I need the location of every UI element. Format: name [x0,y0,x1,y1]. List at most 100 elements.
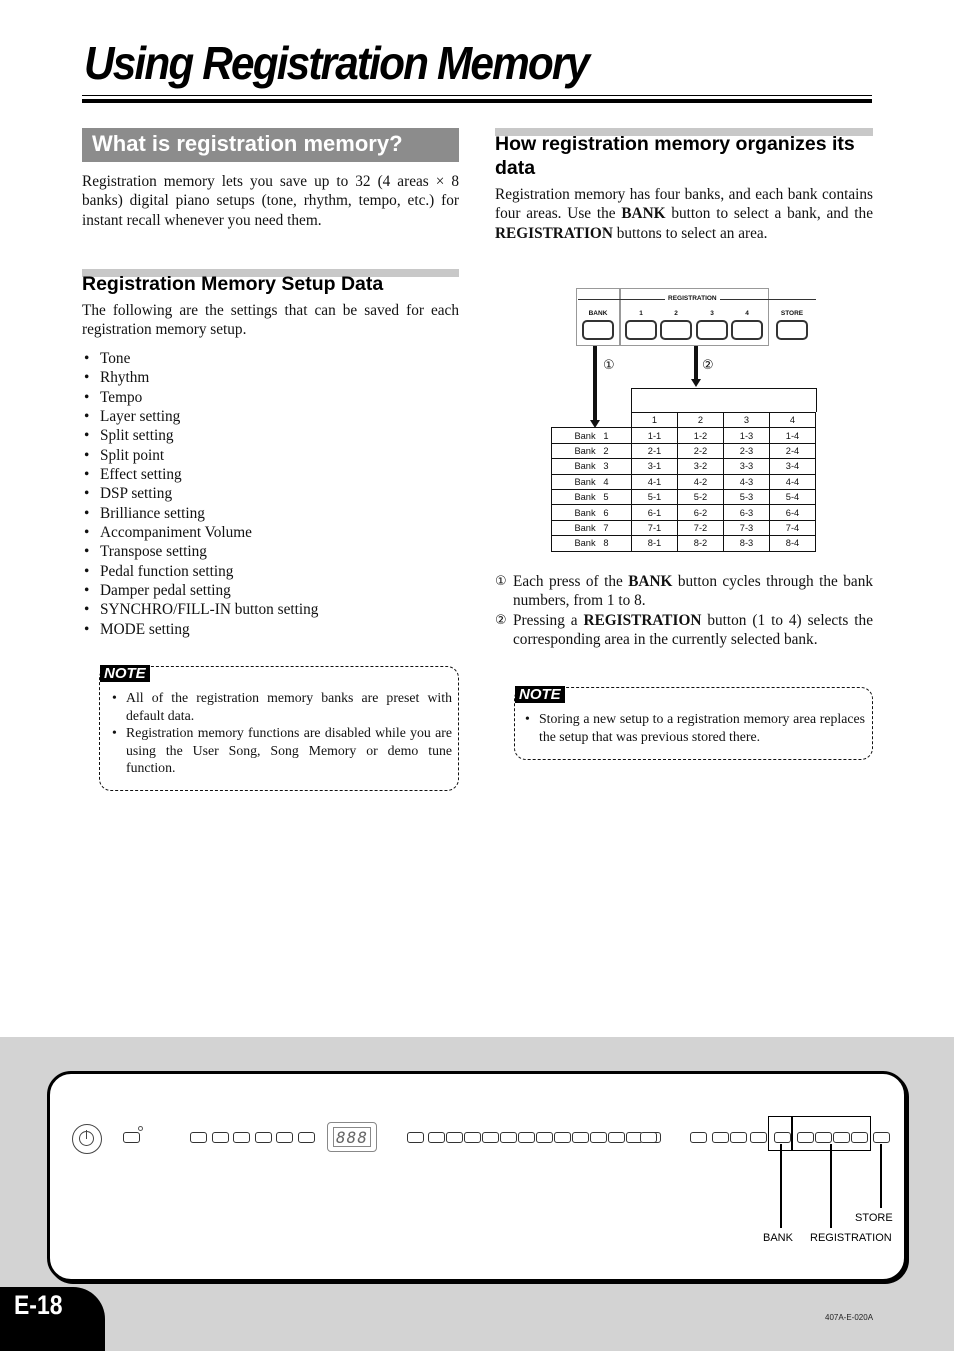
note-box-left: NOTE All of the registration memory bank… [99,665,459,791]
store-button[interactable] [776,320,808,340]
registration-button-4[interactable] [731,320,763,340]
registration-button-2[interactable] [660,320,692,340]
panel-button[interactable] [255,1132,272,1143]
marker-1: ① [603,358,615,373]
table-row: Bank 6 6-1 6-2 6-3 6-4 [551,504,816,521]
area-cell: 5-1 [631,488,678,506]
right-intro: Registration memory has four banks, and … [495,185,873,243]
bank-button[interactable] [582,320,614,340]
area-cell: 7-2 [677,519,724,537]
panel-button[interactable] [233,1132,250,1143]
volume-knob-icon [72,1124,102,1154]
arrow-registration [694,346,698,381]
area-cell: 8-2 [677,535,724,552]
table-corner [552,413,632,428]
text: Each press of the [513,573,629,590]
tone-button[interactable] [482,1132,499,1143]
reg-label-2: 2 [674,310,678,317]
section1-text: Registration memory lets you save up to … [82,173,459,229]
area-cell: 8-4 [769,535,816,552]
panel-button[interactable] [190,1132,207,1143]
tone-button[interactable] [518,1132,535,1143]
area-cell: 4-3 [723,473,770,490]
text: Pressing a [513,611,584,629]
area-cell: 4-4 [769,473,816,490]
tone-button[interactable] [572,1132,589,1143]
section-heading-what-is: What is registration memory? [82,128,459,162]
settings-list-item: Tempo [84,388,318,408]
reg-label-1: 1 [639,310,643,317]
bank-label-cell: Bank 4 [551,473,632,490]
bank-label-cell: Bank 2 [551,442,632,460]
settings-list-item: Split point [84,446,318,466]
registration-label: REGISTRATION [665,295,720,302]
registration-button-3[interactable] [833,1132,850,1143]
store-button[interactable] [873,1132,890,1143]
table-row: Bank 1 1-1 1-2 1-3 1-4 [551,427,816,444]
area-cell: 1-1 [631,427,678,444]
arrow-head-icon [691,379,701,387]
section2-intro: The following are the settings that can … [82,302,459,339]
bank-label-cell: Bank 7 [551,519,632,537]
tone-button[interactable] [446,1132,463,1143]
table-column-header: 3 [723,411,770,429]
panel-button[interactable] [212,1132,229,1143]
area-cell: 7-4 [769,519,816,537]
marker-2: ② [495,612,507,628]
registration-button-1[interactable] [797,1132,814,1143]
note-item: Storing a new setup to a registration me… [523,710,865,745]
registration-button-1[interactable] [625,320,657,340]
settings-list-item: DSP setting [84,484,318,504]
panel-button[interactable] [690,1132,707,1143]
settings-list-item: Tone [84,349,318,369]
area-cell: 2-4 [769,442,816,460]
panel-button[interactable] [712,1132,729,1143]
control-panel-illustration: 888 BANK REGISTRATION STORE [47,1071,907,1282]
registration-button-2[interactable] [815,1132,832,1143]
tone-button[interactable] [464,1132,481,1143]
tone-button[interactable] [536,1132,553,1143]
area-cell: 6-4 [769,504,816,521]
document-code: 407A-E-020A [825,1313,874,1322]
callout-line-registration [830,1144,832,1228]
panel-button[interactable] [750,1132,767,1143]
note-item: All of the registration memory banks are… [110,689,452,724]
text: buttons to select an area. [612,224,768,242]
panel-button[interactable] [276,1132,293,1143]
tone-button[interactable] [500,1132,517,1143]
area-cell: 2-2 [677,442,724,460]
settings-list-item: Split setting [84,426,318,446]
tone-button[interactable] [407,1132,424,1143]
table-row: Bank 5 5-1 5-2 5-3 5-4 [551,488,816,506]
tone-button[interactable] [590,1132,607,1143]
area-bracket [631,388,817,412]
registration-button-4[interactable] [851,1132,868,1143]
registration-button-3[interactable] [696,320,728,340]
reg-label-4: 4 [745,310,749,317]
settings-list-item: Rhythm [84,368,318,388]
tone-button[interactable] [608,1132,625,1143]
bold-bank: BANK [621,205,666,223]
area-cell: 3-3 [723,458,770,475]
area-cell: 3-4 [769,458,816,475]
tone-button[interactable] [554,1132,571,1143]
area-cell: 7-3 [723,519,770,537]
panel-button[interactable] [298,1132,315,1143]
settings-list-item: Accompaniment Volume [84,523,318,543]
function-button[interactable] [123,1132,140,1143]
store-label: STORE [780,310,804,317]
panel-button[interactable] [730,1132,747,1143]
table-row: Bank 7 7-1 7-2 7-3 7-4 [551,519,816,537]
area-cell: 6-2 [677,504,724,521]
area-cell: 5-2 [677,488,724,506]
panel-button[interactable] [640,1132,657,1143]
area-cell: 3-2 [677,458,724,475]
table-column-header: 1 [631,411,678,429]
bank-label-cell: Bank 1 [551,427,632,444]
bank-button[interactable] [774,1132,791,1143]
tone-button[interactable] [428,1132,445,1143]
frame-divider [791,1116,793,1151]
title-rule-thick [82,99,872,103]
callout-bank: BANK [763,1232,793,1244]
display-frame: 888 [327,1122,377,1152]
